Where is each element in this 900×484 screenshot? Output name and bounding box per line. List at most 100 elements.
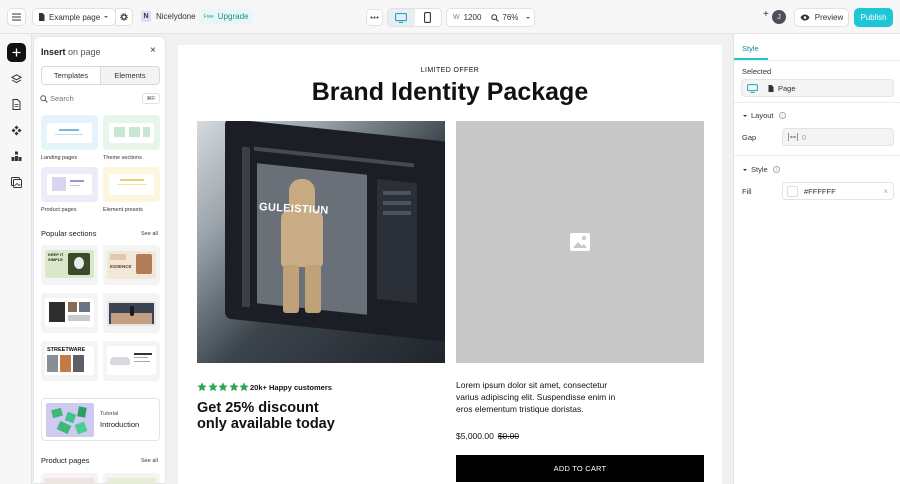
page-icon [768,84,774,92]
popular-section-card[interactable]: ESSENCE [103,245,160,285]
gap-label: Gap [742,133,757,142]
page-selector-label: Example page [49,12,101,22]
image-placeholder-icon [570,233,590,251]
price-row[interactable]: $5,000.00 $0.00 [456,431,519,441]
desktop-icon [395,12,408,23]
popular-section-card[interactable]: KEEP IT SIMPLE [41,245,98,285]
popular-card-text: STREETWARE [47,347,86,353]
tutorial-thumbnail [46,403,94,437]
page-selector[interactable]: Example page [32,8,116,26]
product-page-card[interactable] [41,473,98,483]
menu-button[interactable] [7,8,26,26]
panel-title-bold: Insert [41,47,66,57]
page-settings-button[interactable] [115,8,133,26]
search-shortcut: ⌘F [142,93,160,104]
star-icon [197,382,207,392]
eye-icon [800,14,810,21]
rating-stars [197,382,249,392]
panel-title-rest: on page [68,47,101,57]
product-image[interactable]: GULEISTIUN [197,121,445,363]
avatar[interactable]: J [772,10,786,24]
fill-value: #FFFFFF [804,186,836,196]
element-presets-label: Element presets [103,207,143,213]
star-icon [207,382,218,392]
apps-icon [11,151,22,161]
info-icon[interactable]: i [772,166,780,173]
left-rail [0,34,32,484]
landing-pages-card[interactable] [41,115,98,150]
hamburger-icon [12,13,21,21]
product-see-all-link[interactable]: See all [141,458,158,464]
workspace-badge[interactable]: N [141,11,151,22]
layout-label: Layout [751,111,774,120]
popular-section-card[interactable] [41,293,98,333]
divider [734,102,900,103]
media-icon [11,177,22,188]
style-label: Style [751,165,768,174]
search-input[interactable] [50,92,130,105]
media-button[interactable] [7,173,26,192]
gap-input[interactable]: 0 [782,128,894,146]
fill-input[interactable]: #FFFFFF × [782,182,894,200]
preview-button[interactable]: Preview [794,8,849,27]
tab-elements[interactable]: Elements [101,67,159,84]
more-options-button[interactable] [366,9,383,26]
info-icon[interactable]: i [778,112,786,119]
selected-label: Selected [742,67,772,76]
price: $5,000.00 [456,431,494,441]
width-value[interactable]: 1200 [464,13,482,22]
discount-headline[interactable]: Get 25% discount only available today [197,400,437,432]
tutorial-card[interactable]: Tutorial Introduction [41,398,160,441]
clear-icon[interactable]: × [883,187,888,196]
apps-button[interactable] [7,147,26,166]
rating-text[interactable]: 20k+ Happy customers [250,383,332,392]
popular-section-card[interactable] [103,341,160,381]
upgrade-chip[interactable]: Free Upgrade [199,9,253,24]
popular-card-text: KEEP IT SIMPLE [48,252,64,262]
gap-value: 0 [802,132,807,142]
hero-headline[interactable]: Brand Identity Package [178,78,722,107]
publish-button[interactable]: Publish [854,8,893,27]
close-icon[interactable]: × [150,45,156,56]
popular-section-card[interactable] [103,293,160,333]
layout-section-header[interactable]: Layout i [742,111,786,120]
add-collaborator-icon[interactable]: + [763,9,769,20]
chevron-down-icon[interactable] [525,15,531,21]
popular-see-all-link[interactable]: See all [141,231,158,237]
selected-element-row[interactable]: Page [741,79,894,97]
popular-card-text: ESSENCE [110,264,132,269]
search-icon [40,95,48,103]
zoom-value[interactable]: 76% [502,13,518,22]
image-placeholder[interactable] [456,121,704,363]
eyebrow-text[interactable]: LIMITED OFFER [178,67,722,74]
fill-swatch[interactable] [787,185,798,197]
discount-line-1: Get 25% discount [197,400,319,416]
plus-icon [12,48,21,57]
tab-templates[interactable]: Templates [42,67,101,84]
preview-label: Preview [814,13,844,22]
layers-button[interactable] [7,69,26,88]
product-page-card[interactable] [103,473,160,483]
desktop-view-button[interactable] [388,9,415,26]
product-description[interactable]: Lorem ipsum dolor sit amet, consectetur … [456,379,621,415]
theme-sections-card[interactable] [103,115,160,150]
divider [734,155,900,156]
element-presets-card[interactable] [103,167,160,202]
popular-section-card[interactable]: STREETWARE [41,341,98,381]
selected-item-name: Page [778,83,796,93]
upgrade-link: Upgrade [217,12,249,21]
product-pages-card[interactable] [41,167,98,202]
workspace-name[interactable]: Nicelydone [156,12,196,21]
free-badge: Free [203,13,214,20]
pages-button[interactable] [7,95,26,114]
star-icon [239,382,249,392]
style-section-header[interactable]: Style i [742,165,780,174]
tutorial-small-label: Tutorial [100,411,119,417]
components-button[interactable] [7,121,26,140]
tab-style[interactable]: Style [742,44,759,53]
chevron-down-icon [743,168,747,171]
add-to-cart-button[interactable]: ADD TO CART [456,455,704,482]
mobile-view-button[interactable] [415,9,442,26]
mobile-icon [424,12,432,23]
insert-button[interactable] [7,43,26,62]
